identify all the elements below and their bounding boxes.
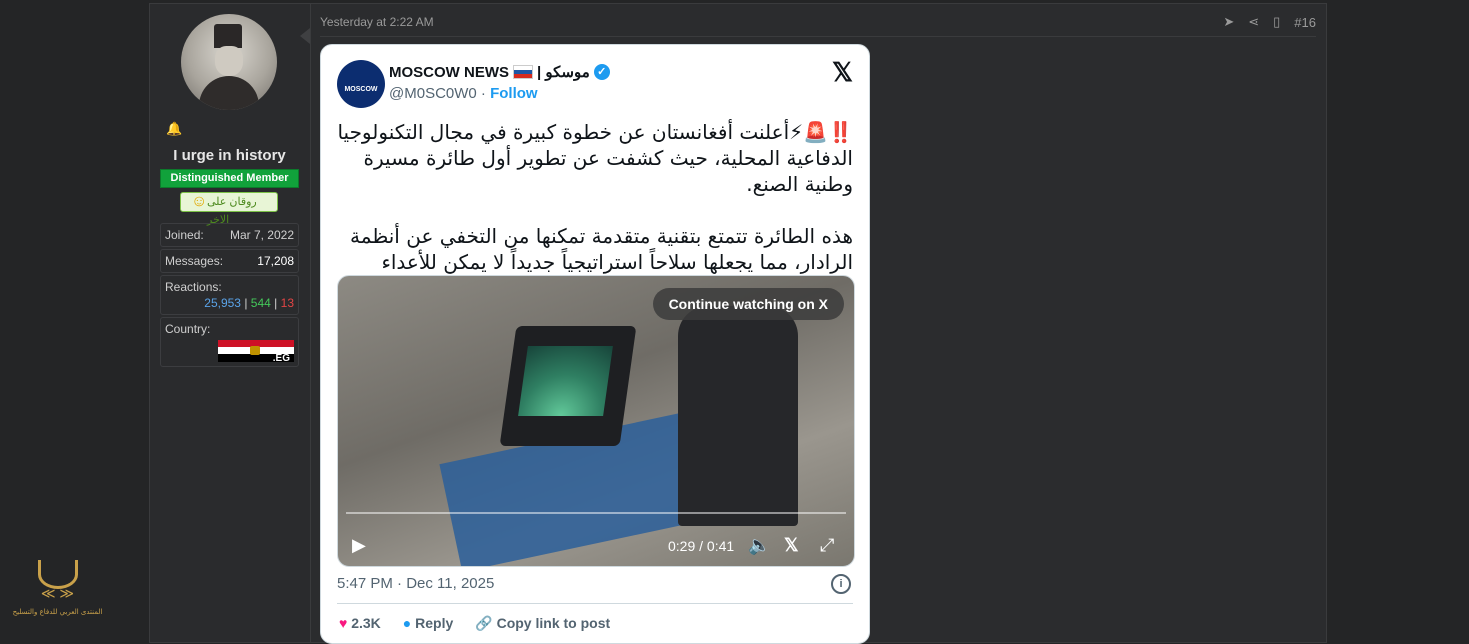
- video-frame-turret: [678, 306, 798, 526]
- handle-text[interactable]: @M0SC0W0: [389, 85, 477, 102]
- user-title-badge: Distinguished Member: [160, 169, 299, 188]
- forum-post: 🔔 I urge in history Distinguished Member…: [149, 3, 1327, 644]
- messages-value: 17,208: [257, 254, 294, 268]
- video-progress-bar[interactable]: [346, 512, 846, 514]
- reply-label: Reply: [415, 615, 454, 631]
- stat-country: Country: .EG: [160, 317, 299, 367]
- stat-joined: Joined: Mar 7, 2022: [160, 223, 299, 247]
- reply-icon: ●: [402, 615, 412, 631]
- copy-link-label: Copy link to post: [496, 615, 611, 631]
- author-name-text: MOSCOW NEWS: [389, 63, 509, 81]
- site-logo-text: المنتدى العربي للدفاع والتسليح: [12, 608, 103, 616]
- avatar-label: MOSCOW: [344, 86, 378, 93]
- reactions-separator: |: [244, 296, 248, 310]
- tweet-engagement: ♥ 2.3K ● Reply 🔗 Copy link to post: [339, 615, 610, 632]
- fullscreen-icon[interactable]: ⤢: [820, 535, 834, 556]
- follow-link[interactable]: Follow: [490, 85, 538, 102]
- info-icon[interactable]: i: [831, 574, 851, 594]
- egypt-flag-icon: .EG: [218, 340, 294, 364]
- joined-label: Joined:: [165, 228, 204, 242]
- post-time[interactable]: Yesterday at 2:22 AM: [320, 15, 434, 29]
- link-icon: 🔗: [475, 615, 493, 631]
- reactions-values: 25,953 | 544 | 13: [165, 296, 294, 310]
- message-arrow: [300, 28, 310, 44]
- user-stats: Joined: Mar 7, 2022 Messages: 17,208 Rea…: [160, 223, 299, 369]
- reactions-separator: |: [274, 296, 278, 310]
- volume-icon[interactable]: 🔈: [748, 535, 770, 556]
- reply-action[interactable]: ● Reply: [403, 615, 453, 632]
- post-actions: ➤ ⋖ ▯ #16: [1223, 14, 1316, 30]
- wings-icon: ≪ ≫: [40, 585, 75, 601]
- like-count: 2.3K: [351, 615, 381, 631]
- play-icon[interactable]: ▶: [352, 535, 366, 556]
- smiley-icon: ☺: [191, 193, 208, 210]
- embedded-tweet[interactable]: MOSCOW MOSCOW NEWS | موسكو ✓ @M0SC0W0 · …: [320, 44, 870, 644]
- bell-icon[interactable]: 🔔: [166, 121, 182, 137]
- post-header: Yesterday at 2:22 AM ➤ ⋖ ▯ #16: [320, 14, 1316, 37]
- x-logo-icon[interactable]: 𝕏: [832, 57, 853, 88]
- tweet-paragraph-1: ‼️🚨⚡أعلنت أفغانستان عن خطوة كبيرة في مجا…: [337, 120, 853, 196]
- reactions-positive: 544: [250, 296, 271, 310]
- joined-value: Mar 7, 2022: [229, 228, 294, 242]
- bookmark-icon[interactable]: ▯: [1273, 14, 1280, 30]
- user-avatar[interactable]: [181, 14, 277, 110]
- like-action[interactable]: ♥ 2.3K: [339, 615, 381, 632]
- continue-watching-button[interactable]: Continue watching on X: [652, 288, 844, 320]
- tweet-video[interactable]: Continue watching on X ▶ 0:29 / 0:41 🔈 𝕏…: [337, 275, 855, 567]
- banner-text: روقان على الاخر: [207, 196, 257, 226]
- country-label: Country:: [165, 322, 211, 336]
- tweet-timestamp[interactable]: 5:47 PM · Dec 11, 2025: [337, 575, 494, 592]
- tweet-handle: @M0SC0W0 · Follow: [389, 85, 538, 102]
- tweet-author-name[interactable]: MOSCOW NEWS | موسكو ✓: [389, 63, 610, 81]
- stat-messages: Messages: 17,208: [160, 249, 299, 273]
- x-video-icon[interactable]: 𝕏: [784, 535, 799, 556]
- user-info-panel: 🔔 I urge in history Distinguished Member…: [150, 4, 311, 642]
- copy-link-action[interactable]: 🔗 Copy link to post: [475, 615, 610, 632]
- divider: [337, 603, 853, 604]
- heart-icon: ♥: [339, 615, 348, 631]
- author-name-suffix: | موسكو: [537, 64, 590, 81]
- video-timecode: 0:29 / 0:41: [668, 538, 735, 554]
- russia-flag-icon: [513, 65, 533, 79]
- share-icon[interactable]: ⋖: [1248, 14, 1259, 30]
- tweet-author-avatar[interactable]: MOSCOW: [337, 60, 385, 108]
- site-logo[interactable]: ≪ ≫ المنتدى العربي للدفاع والتسليح: [10, 560, 105, 630]
- user-banner: ☺ روقان على الاخر: [180, 192, 278, 226]
- country-code: .EG: [272, 353, 290, 364]
- video-frame-radar-screen: [518, 346, 613, 416]
- reactions-like: 25,953: [204, 296, 241, 310]
- username[interactable]: I urge in history: [150, 147, 309, 164]
- reactions-negative: 13: [280, 296, 294, 310]
- messages-label: Messages:: [165, 254, 224, 268]
- handle-separator: ·: [480, 85, 486, 102]
- send-icon[interactable]: ➤: [1223, 14, 1234, 30]
- stat-reactions: Reactions: 25,953 | 544 | 13: [160, 275, 299, 315]
- post-number[interactable]: #16: [1294, 15, 1316, 30]
- reactions-label: Reactions:: [165, 280, 222, 294]
- verified-icon: ✓: [593, 64, 610, 80]
